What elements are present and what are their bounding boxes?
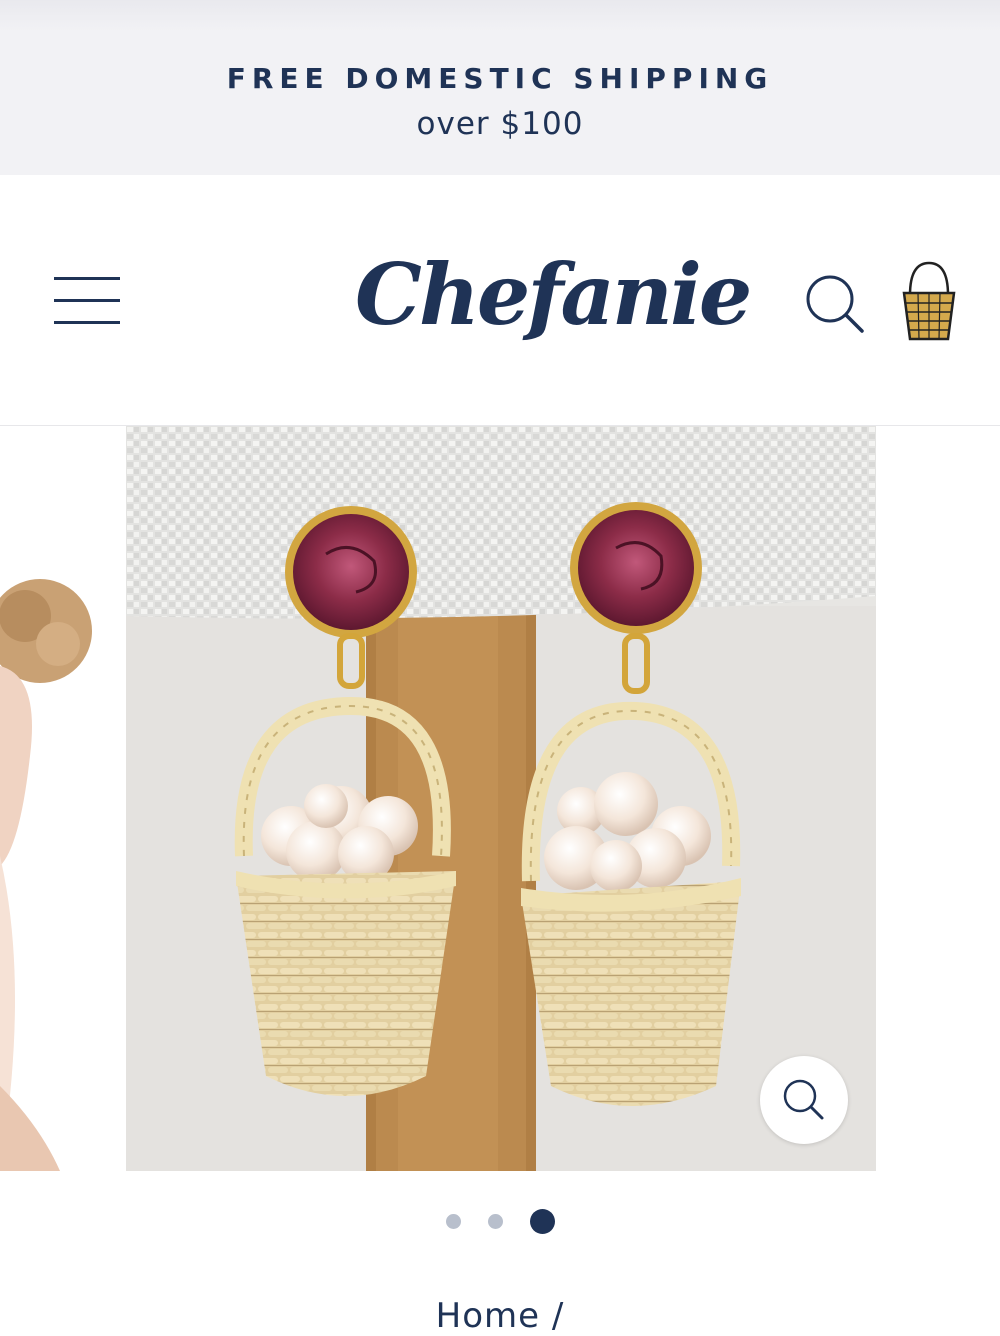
- brand-logo[interactable]: Chefanie: [355, 207, 752, 397]
- carousel-pagination: [0, 1206, 1000, 1236]
- previous-product-image[interactable]: [0, 426, 116, 1171]
- product-image-carousel[interactable]: [0, 426, 1000, 1171]
- search-icon[interactable]: [804, 273, 866, 335]
- hamburger-menu-icon[interactable]: [54, 275, 120, 325]
- carousel-dot-2[interactable]: [488, 1214, 503, 1229]
- carousel-dot-3-active[interactable]: [530, 1209, 555, 1234]
- breadcrumb-home-link[interactable]: Home: [436, 1296, 540, 1336]
- breadcrumb: Home /: [0, 1296, 1000, 1336]
- brand-logo-text: Chefanie: [355, 245, 752, 344]
- zoom-image-button[interactable]: [760, 1056, 848, 1144]
- basket-cart-icon[interactable]: [900, 259, 958, 345]
- status-strip: [0, 0, 1000, 32]
- announcement-subtitle: over $100: [416, 106, 584, 142]
- breadcrumb-separator: /: [551, 1296, 565, 1336]
- magnifier-icon: [783, 1079, 824, 1120]
- site-header: Chefanie: [0, 175, 1000, 426]
- announcement-bar: FREE DOMESTIC SHIPPING over $100: [0, 32, 1000, 175]
- carousel-dot-1[interactable]: [446, 1214, 461, 1229]
- announcement-title: FREE DOMESTIC SHIPPING: [226, 62, 774, 95]
